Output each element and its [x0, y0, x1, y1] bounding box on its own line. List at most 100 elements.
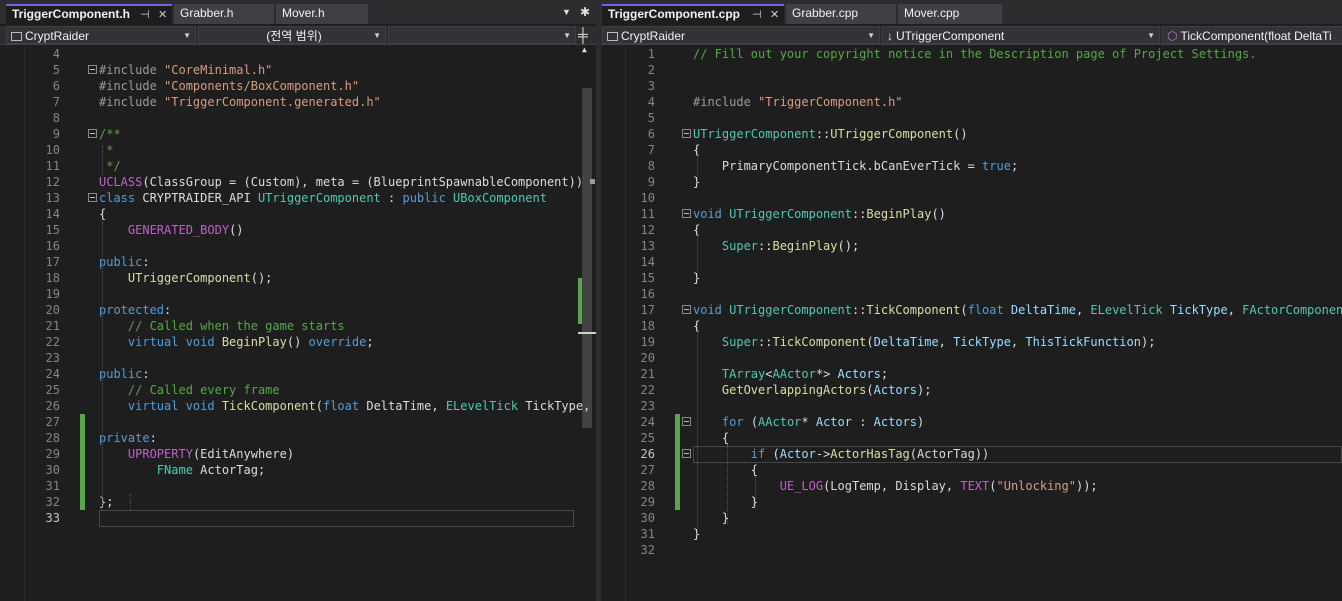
line-number: 18	[640, 319, 655, 333]
code-line[interactable]: 1 // Fill out your copyright notice in th…	[601, 46, 1342, 62]
code-line[interactable]: 22 GetOverlappingActors(Actors);	[601, 382, 1342, 398]
code-line[interactable]: 15}	[601, 270, 1342, 286]
header-code-editor[interactable]: ▲ 4 5 #include "CoreMinimal.h" 6 #include "C…	[0, 45, 596, 601]
code-text: GENERATED_BODY()	[127, 223, 244, 237]
code-line[interactable]: 29 UPROPERTY(EditAnywhere)	[0, 446, 596, 462]
project-dropdown[interactable]: CryptRaider ▼	[6, 26, 196, 44]
code-line[interactable]: 6 UTriggerComponent::UTriggerComponent()	[601, 126, 1342, 142]
code-line[interactable]: 4	[0, 46, 596, 62]
code-line[interactable]: 5	[601, 110, 1342, 126]
line-number: 23	[640, 399, 655, 413]
fold-toggle-icon[interactable]	[682, 209, 691, 218]
code-line[interactable]: 32};	[0, 494, 596, 510]
code-line[interactable]: 15 GENERATED_BODY()	[0, 222, 596, 238]
code-line[interactable]: 24 public:	[0, 366, 596, 382]
code-text: for (AActor* Actor : Actors)	[721, 415, 925, 429]
fold-toggle-icon[interactable]	[682, 305, 691, 314]
code-line[interactable]: 13 Super::BeginPlay();	[601, 238, 1342, 254]
code-line[interactable]: 3	[601, 78, 1342, 94]
code-line[interactable]: 4 #include "TriggerComponent.h"	[601, 94, 1342, 110]
line-number: 7	[647, 143, 655, 157]
tab-trigger-component-cpp[interactable]: TriggerComponent.cpp ⊣ ✕	[602, 4, 784, 24]
code-line[interactable]: 19	[0, 286, 596, 302]
code-line[interactable]: 23	[0, 350, 596, 366]
code-line[interactable]: 26 virtual void TickComponent(float Delt…	[0, 398, 596, 414]
code-line[interactable]: 27 {	[601, 462, 1342, 478]
code-line[interactable]: 20	[601, 350, 1342, 366]
tab-grabber-cpp[interactable]: Grabber.cpp	[786, 4, 896, 24]
code-line[interactable]: 32	[601, 542, 1342, 558]
code-line[interactable]: 12 UCLASS(ClassGroup = (Custom), meta = (…	[0, 174, 596, 190]
code-line[interactable]: 21 TArray<AActor*> Actors;	[601, 366, 1342, 382]
code-line[interactable]: 17 public:	[0, 254, 596, 270]
code-line[interactable]: 20 protected:	[0, 302, 596, 318]
tab-grabber-h[interactable]: Grabber.h	[174, 4, 274, 24]
close-icon[interactable]: ✕	[158, 7, 167, 24]
fold-toggle-icon[interactable]	[88, 65, 97, 74]
code-text: // Called every frame	[127, 383, 280, 397]
settings-gear-icon[interactable]: ✱	[580, 5, 590, 19]
line-number: 9	[647, 175, 655, 189]
code-text: UTriggerComponent();	[127, 271, 273, 285]
code-line[interactable]: 28 private:	[0, 430, 596, 446]
code-line[interactable]: 11 */	[0, 158, 596, 174]
code-line[interactable]: 18 UTriggerComponent();	[0, 270, 596, 286]
scope-dropdown[interactable]: (전역 범위) ▼	[198, 26, 386, 44]
code-line[interactable]: 23	[601, 398, 1342, 414]
code-line[interactable]: 31}	[601, 526, 1342, 542]
code-line[interactable]: 17 void UTriggerComponent::TickComponent(…	[601, 302, 1342, 318]
code-line[interactable]: 14	[601, 254, 1342, 270]
fold-toggle-icon[interactable]	[88, 193, 97, 202]
code-line[interactable]: 30 }	[601, 510, 1342, 526]
code-line[interactable]: 25 // Called every frame	[0, 382, 596, 398]
code-line[interactable]: 28 UE_LOG(LogTemp, Display, TEXT("Unlock…	[601, 478, 1342, 494]
code-line[interactable]: 30 FName ActorTag;	[0, 462, 596, 478]
code-line[interactable]: 16	[601, 286, 1342, 302]
code-line[interactable]: 11 void UTriggerComponent::BeginPlay()	[601, 206, 1342, 222]
close-icon[interactable]: ✕	[770, 7, 779, 24]
scope-dropdown[interactable]: ↓ UTriggerComponent ▼	[882, 26, 1160, 44]
code-line[interactable]: 10 *	[0, 142, 596, 158]
code-line[interactable]: 16	[0, 238, 596, 254]
fold-toggle-icon[interactable]	[682, 129, 691, 138]
project-dropdown[interactable]: CryptRaider ▼	[602, 26, 880, 44]
fold-toggle-icon[interactable]	[682, 449, 691, 458]
code-line[interactable]: 24 for (AActor* Actor : Actors)	[601, 414, 1342, 430]
pin-icon[interactable]: ⊣	[140, 7, 150, 24]
fold-toggle-icon[interactable]	[682, 417, 691, 426]
code-line[interactable]: 25 {	[601, 430, 1342, 446]
source-code-editor[interactable]: 1 // Fill out your copyright notice in th…	[601, 46, 1342, 601]
tab-list-dropdown-icon[interactable]: ▼	[562, 7, 571, 17]
split-window-icon[interactable]: ╪	[578, 27, 588, 43]
chevron-down-icon: ▼	[373, 31, 381, 40]
code-line[interactable]: 22 virtual void BeginPlay() override;	[0, 334, 596, 350]
code-line[interactable]: 14 {	[0, 206, 596, 222]
tab-mover-cpp[interactable]: Mover.cpp	[898, 4, 1002, 24]
code-line[interactable]: 9 /**	[0, 126, 596, 142]
code-line[interactable]: 8 PrimaryComponentTick.bCanEverTick = tr…	[601, 158, 1342, 174]
code-text: // Called when the game starts	[127, 319, 345, 333]
code-line[interactable]: 29 }	[601, 494, 1342, 510]
fold-toggle-icon[interactable]	[88, 129, 97, 138]
code-line[interactable]: 18{	[601, 318, 1342, 334]
code-line[interactable]: 2	[601, 62, 1342, 78]
code-line[interactable]: 9}	[601, 174, 1342, 190]
code-line[interactable]: 7 #include "TriggerComponent.generated.h"	[0, 94, 596, 110]
tab-trigger-component-h[interactable]: TriggerComponent.h ⊣ ✕	[6, 4, 172, 24]
code-line[interactable]: 7{	[601, 142, 1342, 158]
code-line[interactable]: 12{	[601, 222, 1342, 238]
code-line[interactable]: 21 // Called when the game starts	[0, 318, 596, 334]
tab-mover-h[interactable]: Mover.h	[276, 4, 368, 24]
code-line[interactable]: 31	[0, 478, 596, 494]
header-editor-pane: TriggerComponent.h ⊣ ✕ Grabber.h Mover.h…	[0, 0, 596, 601]
code-line[interactable]: 8	[0, 110, 596, 126]
code-line[interactable]: 6 #include "Components/BoxComponent.h"	[0, 78, 596, 94]
code-line[interactable]: 5 #include "CoreMinimal.h"	[0, 62, 596, 78]
member-dropdown[interactable]: ▼	[388, 26, 576, 44]
code-line[interactable]: 19 Super::TickComponent(DeltaTime, TickT…	[601, 334, 1342, 350]
member-dropdown[interactable]: ⬡ TickComponent(float DeltaTi	[1162, 26, 1342, 44]
code-line[interactable]: 27	[0, 414, 596, 430]
code-line[interactable]: 10	[601, 190, 1342, 206]
code-line[interactable]: 13 class CRYPTRAIDER_API UTriggerComponen…	[0, 190, 596, 206]
pin-icon[interactable]: ⊣	[752, 7, 762, 24]
